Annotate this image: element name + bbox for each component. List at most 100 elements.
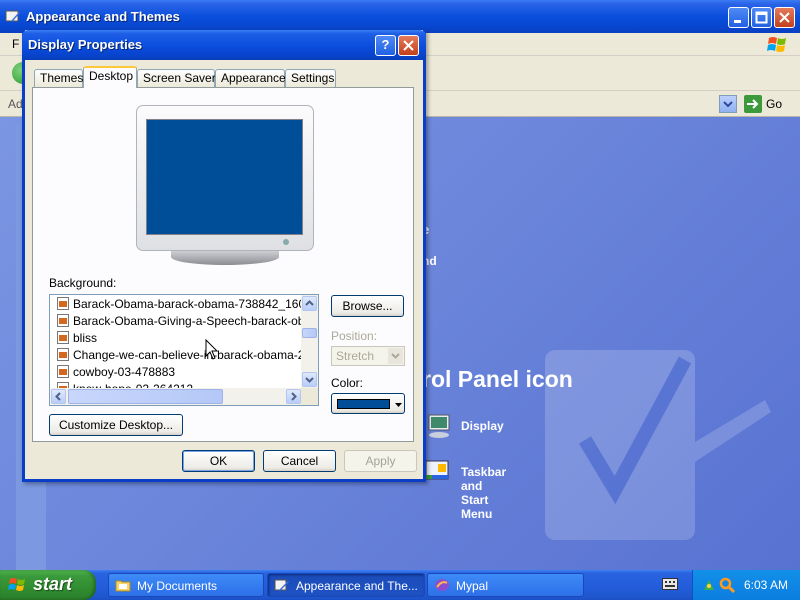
browse-button[interactable]: Browse... — [331, 295, 404, 317]
image-file-icon — [57, 365, 69, 378]
scroll-left-button[interactable] — [51, 389, 66, 404]
mypal-browser-icon — [435, 579, 449, 591]
bg-window-title: Appearance and Themes — [26, 9, 180, 24]
taskbar-start-menu-label[interactable]: Taskbar and Start Menu — [461, 465, 506, 521]
list-item-label: Change-we-can-believe-in-barack-obama-27… — [73, 348, 302, 362]
display-label[interactable]: Display — [461, 419, 504, 433]
image-file-icon — [57, 348, 69, 361]
position-value: Stretch — [336, 349, 375, 363]
tab-themes[interactable]: Themes — [34, 69, 83, 87]
tab-desktop[interactable]: Desktop — [83, 66, 137, 88]
list-item[interactable]: Barack-Obama-barack-obama-738842_1600_12 — [50, 295, 302, 312]
chevron-down-icon — [391, 353, 400, 359]
monitor-stand — [171, 249, 279, 265]
scroll-down-button[interactable] — [302, 372, 317, 387]
go-arrow-icon — [744, 95, 762, 113]
cancel-button[interactable]: Cancel — [263, 450, 336, 472]
control-panel-icon — [5, 10, 20, 22]
windows-flag-icon — [767, 37, 786, 52]
close-icon — [403, 40, 414, 51]
background-list-items: Barack-Obama-barack-obama-738842_1600_12… — [50, 295, 302, 388]
dropdown-arrow-icon — [395, 403, 402, 407]
menu-file[interactable]: F — [12, 37, 19, 51]
clock[interactable]: 6:03 AM — [744, 578, 788, 592]
bg-window-titlebar[interactable]: Appearance and Themes — [0, 0, 800, 33]
horizontal-scrollbar[interactable] — [50, 388, 302, 405]
chevron-right-icon — [291, 392, 297, 401]
chevron-left-icon — [55, 392, 61, 401]
position-dropdown-button — [388, 348, 403, 364]
minimize-icon — [734, 20, 741, 23]
network-icon[interactable] — [701, 577, 717, 593]
monitor-bezel — [136, 105, 314, 251]
scrollbar-corner — [301, 388, 318, 405]
desktop-tab-panel: Background: Barack-Obama-barack-obama-73… — [32, 87, 414, 442]
list-item[interactable]: Change-we-can-believe-in-barack-obama-27… — [50, 346, 302, 363]
close-button[interactable] — [774, 7, 795, 28]
ok-button[interactable]: OK — [182, 450, 255, 472]
tab-settings[interactable]: Settings — [285, 69, 336, 87]
color-label: Color: — [331, 376, 364, 390]
address-label: Ad — [8, 97, 23, 111]
maximize-button[interactable] — [751, 7, 772, 28]
desktop-preview-screen — [146, 119, 303, 235]
tab-screen-saver[interactable]: Screen Saver — [137, 69, 216, 87]
position-label: Position: — [331, 329, 378, 343]
list-item-label: bliss — [73, 331, 98, 345]
vertical-scroll-thumb[interactable] — [302, 328, 317, 338]
list-item-label: Barack-Obama-barack-obama-738842_1600_12 — [73, 297, 302, 311]
image-file-icon — [57, 331, 69, 344]
vertical-scrollbar[interactable] — [301, 295, 318, 388]
close-icon — [779, 12, 790, 23]
customize-desktop-button[interactable]: Customize Desktop... — [49, 414, 183, 436]
task-label: My Documents — [137, 579, 218, 593]
windows-flag-icon — [8, 578, 25, 591]
tab-appearance[interactable]: Appearance — [215, 69, 286, 87]
list-item-label: cowboy-03-478883 — [73, 365, 176, 379]
dialog-close-button[interactable] — [398, 35, 419, 56]
monitor-preview — [136, 105, 316, 267]
dialog-title: Display Properties — [28, 37, 143, 52]
image-file-icon — [57, 297, 69, 310]
start-button[interactable]: start — [0, 570, 96, 600]
pick-control-panel-heading: rol Panel icon — [422, 366, 573, 392]
background-listbox[interactable]: Barack-Obama-barack-obama-738842_1600_12… — [49, 294, 319, 406]
taskbar: start My Documents Appearance and The...… — [0, 570, 800, 600]
monitor-power-icon — [283, 239, 289, 245]
keyboard-icon[interactable] — [662, 578, 678, 590]
chevron-up-icon — [305, 300, 314, 306]
list-item-label: Barack-Obama-Giving-a-Speech-barack-obam… — [73, 314, 302, 328]
display-icon — [428, 414, 450, 438]
scroll-up-button[interactable] — [302, 296, 317, 311]
list-item[interactable]: Barack-Obama-Giving-a-Speech-barack-obam… — [50, 312, 302, 329]
task-mypal[interactable]: Mypal — [427, 573, 584, 597]
image-file-icon — [57, 314, 69, 327]
control-panel-icon — [274, 579, 289, 591]
minimize-button[interactable] — [728, 7, 749, 28]
address-dropdown-button[interactable] — [719, 95, 737, 113]
dialog-titlebar[interactable]: Display Properties ? — [22, 30, 426, 60]
horizontal-scroll-thumb[interactable] — [68, 389, 223, 404]
system-tray: 6:03 AM — [692, 570, 800, 600]
position-select: Stretch — [331, 346, 405, 366]
list-item[interactable]: cowboy-03-478883 — [50, 363, 302, 380]
go-label: Go — [766, 97, 783, 111]
task-label: Mypal — [456, 579, 489, 593]
list-item[interactable]: knew-hope-02-264212 — [50, 380, 302, 388]
task-my-documents[interactable]: My Documents — [108, 573, 264, 597]
apply-button: Apply — [344, 450, 417, 472]
mouse-cursor-icon — [205, 339, 219, 360]
task-appearance-and-themes[interactable]: Appearance and The... — [267, 573, 425, 597]
search-icon[interactable] — [719, 577, 735, 593]
taskbar-icon — [425, 460, 449, 480]
task-label: Appearance and The... — [296, 579, 418, 593]
start-label: start — [33, 574, 73, 594]
display-properties-dialog[interactable]: Display Properties ? Themes Desktop Scre… — [22, 30, 426, 482]
scroll-right-button[interactable] — [286, 389, 301, 404]
background-label: Background: — [49, 276, 117, 290]
color-swatch — [337, 399, 390, 409]
chevron-down-icon — [305, 377, 314, 383]
color-picker-button[interactable] — [331, 393, 405, 414]
list-item[interactable]: bliss — [50, 329, 302, 346]
help-button[interactable]: ? — [375, 35, 396, 56]
